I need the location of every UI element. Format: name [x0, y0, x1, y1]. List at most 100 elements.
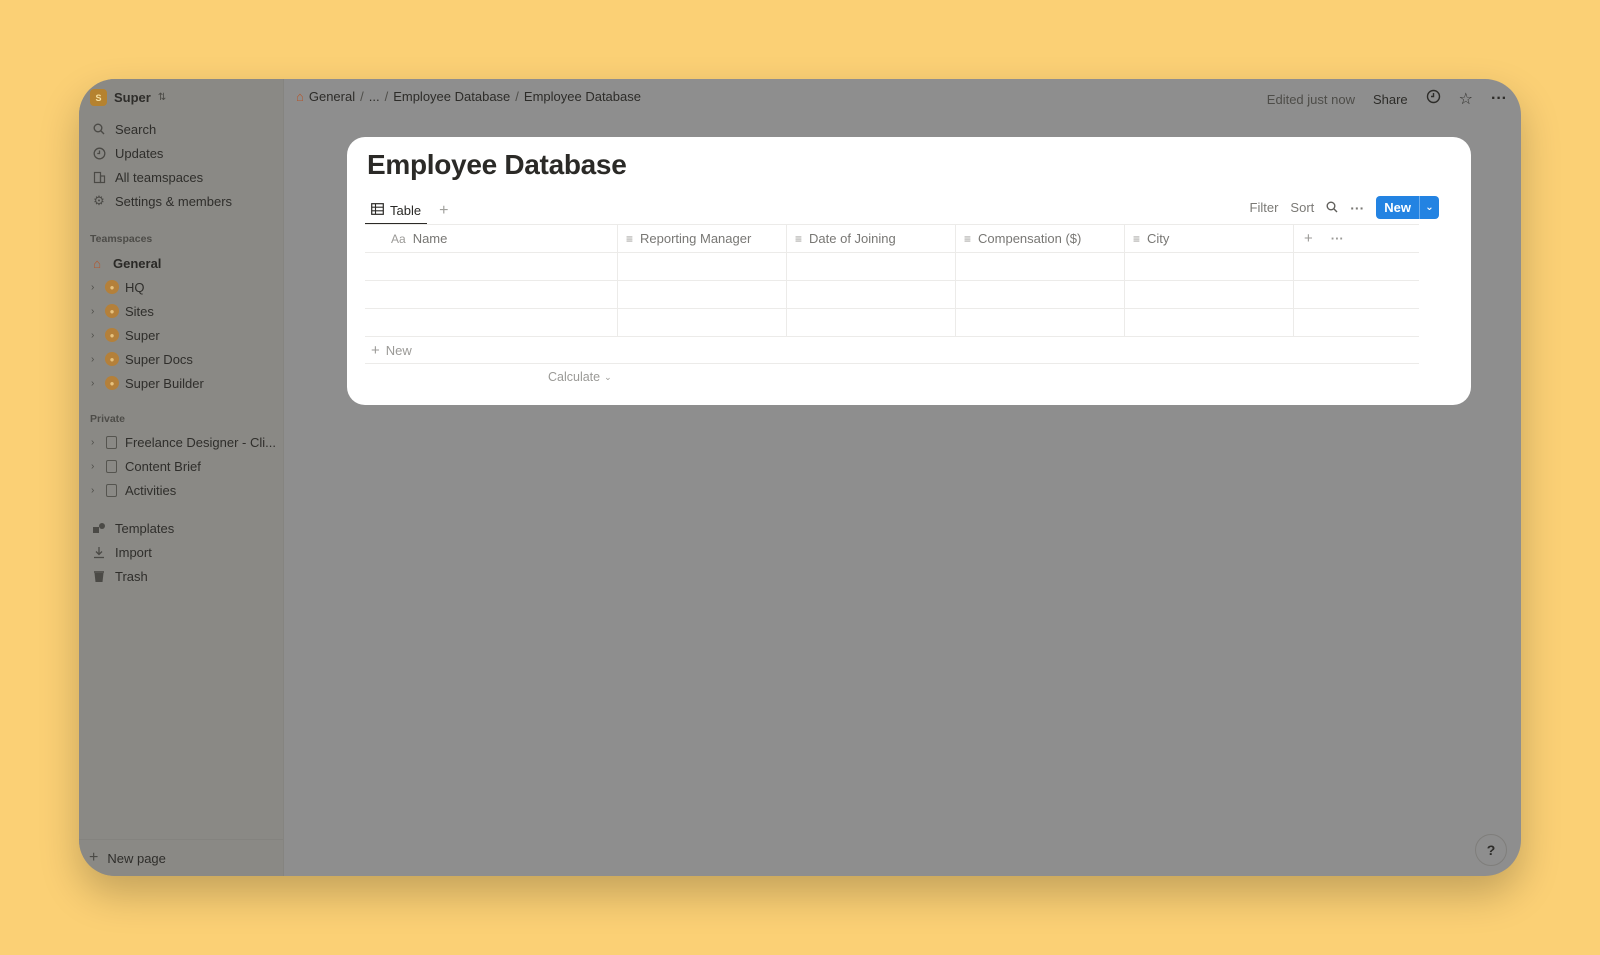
table-cell-empty [1294, 253, 1419, 280]
table-cell[interactable] [618, 309, 787, 336]
breadcrumb-item[interactable]: Employee Database [524, 89, 641, 104]
help-button[interactable]: ? [1475, 834, 1507, 866]
new-page-button[interactable]: + New page [79, 839, 283, 876]
breadcrumb-item[interactable]: General [309, 89, 355, 104]
breadcrumb: ⌂ General / ... / Employee Database / Em… [296, 89, 641, 104]
teamspace-icon: ● [105, 352, 119, 366]
sidebar-top-nav: Search Updates All teamspaces ⚙ Settings… [79, 117, 284, 213]
table-cell-empty [1294, 281, 1419, 308]
more-icon[interactable]: ··· [1491, 90, 1507, 108]
clock-icon [92, 147, 106, 160]
add-view-icon[interactable]: + [439, 202, 448, 220]
add-column-icon[interactable]: + [1304, 230, 1313, 247]
search-icon [92, 123, 106, 135]
breadcrumb-item[interactable]: Employee Database [393, 89, 510, 104]
chevron-right-icon[interactable]: › [91, 330, 99, 341]
table-cell[interactable] [787, 253, 956, 280]
sidebar-item-search[interactable]: Search [79, 117, 284, 141]
column-header-name[interactable]: Aa Name [365, 225, 618, 252]
table-cell[interactable] [1125, 281, 1294, 308]
filter-button[interactable]: Filter [1250, 200, 1279, 215]
column-tools: + ··· [1294, 225, 1419, 252]
sidebar-item-label: HQ [125, 279, 145, 295]
sidebar-item-settings[interactable]: ⚙ Settings & members [79, 189, 284, 213]
calculate-button[interactable]: Calculate ⌄ [365, 364, 1419, 390]
chevron-right-icon[interactable]: › [91, 282, 99, 293]
table-cell[interactable] [618, 253, 787, 280]
star-icon[interactable]: ☆ [1459, 89, 1473, 109]
table-cell[interactable] [956, 281, 1125, 308]
column-label: Date of Joining [809, 231, 896, 246]
table-cell[interactable] [365, 309, 618, 336]
share-button[interactable]: Share [1373, 92, 1408, 107]
table-cell[interactable] [787, 281, 956, 308]
table-cell[interactable] [1125, 309, 1294, 336]
sidebar-item-trash[interactable]: Trash [79, 564, 284, 588]
history-icon[interactable] [1426, 89, 1441, 109]
table-row[interactable] [365, 252, 1419, 280]
sidebar-item-label: General [113, 255, 162, 271]
sidebar-item-super-docs[interactable]: › ● Super Docs [79, 347, 284, 371]
sidebar-item-super[interactable]: › ● Super [79, 323, 284, 347]
table-cell[interactable] [1125, 253, 1294, 280]
chevron-right-icon[interactable]: › [91, 378, 99, 389]
table-cell[interactable] [618, 281, 787, 308]
chevron-down-icon[interactable]: ⌄ [1419, 196, 1439, 219]
page-title[interactable]: Employee Database [367, 149, 627, 181]
sidebar-item-content-brief[interactable]: › Content Brief [79, 454, 284, 478]
table-row[interactable] [365, 308, 1419, 336]
sidebar-item-hq[interactable]: › ● HQ [79, 275, 284, 299]
new-button-label[interactable]: New [1376, 196, 1419, 219]
more-icon[interactable]: ··· [1350, 200, 1364, 216]
column-header-compensation[interactable]: ≡ Compensation ($) [956, 225, 1125, 252]
column-header-date-of-joining[interactable]: ≡ Date of Joining [787, 225, 956, 252]
text-icon: ≡ [626, 231, 634, 246]
sidebar-item-all-teamspaces[interactable]: All teamspaces [79, 165, 284, 189]
new-record-button[interactable]: New ⌄ [1376, 196, 1439, 219]
tab-table[interactable]: Table [365, 197, 428, 225]
sidebar-item-updates[interactable]: Updates [79, 141, 284, 165]
plus-icon: + [371, 341, 380, 359]
breadcrumb-item[interactable]: ... [369, 89, 380, 104]
sidebar-item-freelance-designer[interactable]: › Freelance Designer - Cli... [79, 430, 284, 454]
teamspace-icon: ● [105, 328, 119, 342]
workspace-logo: S [90, 89, 107, 106]
chevron-right-icon[interactable]: › [91, 461, 99, 472]
database-card: Employee Database Table + Filter Sort ··… [347, 137, 1471, 405]
section-label-private: Private [90, 413, 126, 425]
column-label: Name [412, 231, 448, 246]
sidebar-item-import[interactable]: Import [79, 540, 284, 564]
sidebar-item-label: Settings & members [115, 193, 233, 209]
sidebar-item-templates[interactable]: Templates [79, 516, 284, 540]
sidebar-item-general[interactable]: ⌂ General [79, 251, 284, 275]
plus-icon: + [89, 849, 99, 866]
breadcrumb-separator: / [384, 89, 389, 104]
column-header-city[interactable]: ≡ City [1125, 225, 1294, 252]
sidebar-item-label: Activities [125, 482, 177, 498]
breadcrumb-separator: / [360, 89, 364, 104]
sidebar-item-sites[interactable]: › ● Sites [79, 299, 284, 323]
chevron-right-icon[interactable]: › [91, 306, 99, 317]
chevron-right-icon[interactable]: › [91, 354, 99, 365]
sidebar-item-label: Trash [115, 568, 148, 584]
table-cell[interactable] [956, 253, 1125, 280]
table-cell[interactable] [956, 309, 1125, 336]
table-cell[interactable] [787, 309, 956, 336]
table-cell[interactable] [365, 253, 618, 280]
column-header-reporting-manager[interactable]: ≡ Reporting Manager [618, 225, 787, 252]
chevron-right-icon[interactable]: › [91, 485, 99, 496]
chevron-right-icon[interactable]: › [91, 437, 99, 448]
sidebar-item-label: Freelance Designer - Cli... [125, 434, 276, 450]
sort-button[interactable]: Sort [1290, 200, 1314, 215]
breadcrumb-separator: / [515, 89, 519, 104]
search-icon[interactable] [1326, 200, 1338, 216]
table-row[interactable] [365, 280, 1419, 308]
add-row-button[interactable]: + New [365, 336, 1419, 364]
workspace-switcher[interactable]: S Super ⇅ [90, 89, 166, 106]
more-icon[interactable]: ··· [1331, 231, 1344, 246]
sidebar-item-super-builder[interactable]: › ● Super Builder [79, 371, 284, 395]
sidebar-item-label: Templates [115, 520, 175, 536]
sidebar-item-activities[interactable]: › Activities [79, 478, 284, 502]
page-icon [106, 435, 117, 449]
table-cell[interactable] [365, 281, 618, 308]
